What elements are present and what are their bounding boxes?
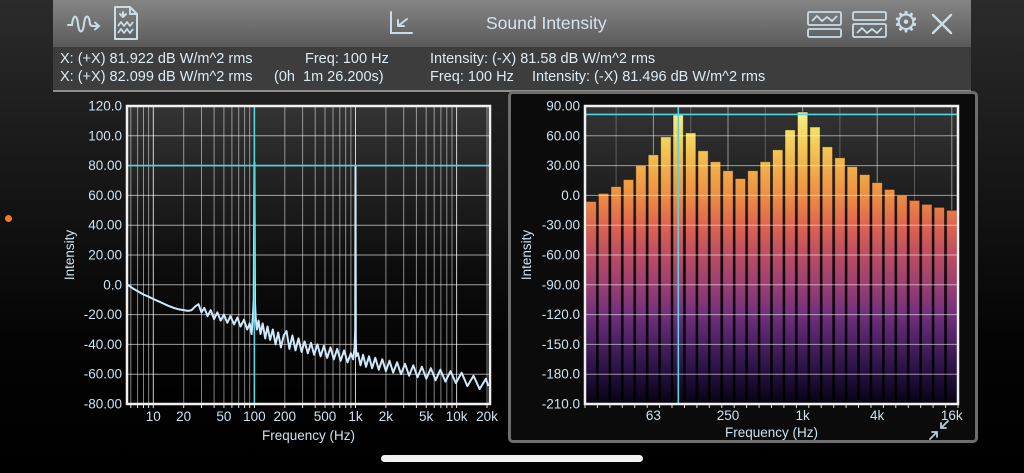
octave-chart-panel: 90.00 60.00 30.00 0.0 -30.00 -60.00 -90.00 -120…: [508, 91, 978, 443]
svg-text:-20.00: -20.00: [84, 307, 122, 322]
svg-text:60.00: 60.00: [546, 128, 580, 143]
svg-text:250: 250: [717, 408, 740, 423]
svg-text:Intensity: Intensity: [519, 230, 534, 281]
octave-spectrum-chart[interactable]: 90.00 60.00 30.00 0.0 -30.00 -60.00 -90.00 -120…: [511, 94, 975, 441]
page-title: Sound Intensity: [486, 13, 607, 33]
mic-in-use-indicator: [5, 215, 12, 222]
app-screen: Sound Intensity ⚙ X: (+X) 81.922 dB W/m^…: [0, 0, 1024, 473]
fft-spectrum-chart[interactable]: 120.0 100.0 80.00 60.00 40.00 20.00 0.0 -20.00 -…: [60, 95, 505, 445]
svg-text:2k: 2k: [379, 409, 394, 424]
svg-text:50: 50: [216, 409, 231, 424]
svg-text:Frequency (Hz): Frequency (Hz): [725, 425, 818, 440]
svg-text:20k: 20k: [476, 409, 498, 424]
record-to-file-icon[interactable]: [111, 5, 141, 41]
readout-x-value-2: X: (+X) 82.099 dB W/m^2 rms: [60, 69, 253, 85]
svg-text:100.0: 100.0: [88, 128, 122, 143]
svg-text:10: 10: [146, 409, 161, 424]
settings-gear-icon[interactable]: ⚙: [893, 6, 919, 40]
svg-text:100: 100: [243, 409, 266, 424]
svg-text:-80.00: -80.00: [84, 397, 122, 412]
svg-text:500: 500: [314, 409, 337, 424]
svg-text:20: 20: [176, 409, 191, 424]
svg-text:-180.0: -180.0: [542, 367, 580, 382]
svg-text:-90.00: -90.00: [542, 277, 580, 292]
cursor-axes-icon[interactable]: [385, 9, 415, 39]
svg-text:4k: 4k: [870, 408, 885, 423]
home-indicator[interactable]: [381, 455, 643, 462]
svg-text:60.00: 60.00: [88, 188, 122, 203]
svg-text:1k: 1k: [348, 409, 363, 424]
cursor-readout-bar: X: (+X) 81.922 dB W/m^2 rms Freq: 100 Hz…: [53, 47, 971, 92]
svg-text:-150.0: -150.0: [542, 337, 580, 352]
svg-text:Frequency (Hz): Frequency (Hz): [262, 428, 355, 443]
svg-text:-120.0: -120.0: [542, 307, 580, 322]
svg-text:200: 200: [274, 409, 297, 424]
toolbar: Sound Intensity ⚙: [53, 0, 971, 48]
readout-freq-2: Freq: 100 Hz: [430, 69, 514, 85]
svg-text:20.00: 20.00: [88, 248, 122, 263]
svg-text:Intensity: Intensity: [62, 230, 77, 281]
svg-text:90.00: 90.00: [546, 99, 580, 114]
svg-text:0.0: 0.0: [103, 277, 122, 292]
svg-text:1k: 1k: [795, 408, 810, 423]
readout-freq-1: Freq: 100 Hz: [305, 51, 389, 67]
svg-text:-60.00: -60.00: [84, 367, 122, 382]
close-icon[interactable]: [929, 11, 955, 37]
svg-text:-40.00: -40.00: [84, 337, 122, 352]
svg-text:5k: 5k: [419, 409, 434, 424]
svg-text:120.0: 120.0: [88, 99, 122, 114]
svg-text:30.00: 30.00: [546, 158, 580, 173]
svg-text:0.0: 0.0: [561, 188, 580, 203]
split-view-bottom-icon[interactable]: [851, 10, 889, 38]
svg-text:63: 63: [646, 408, 661, 423]
svg-text:-30.00: -30.00: [542, 218, 580, 233]
svg-text:10k: 10k: [446, 409, 468, 424]
split-view-top-icon[interactable]: [806, 10, 844, 38]
readout-intensity-2: Intensity: (-X) 81.496 dB W/m^2 rms: [532, 69, 766, 85]
svg-text:-210.0: -210.0: [542, 397, 580, 412]
svg-text:40.00: 40.00: [88, 218, 122, 233]
readout-time: (0h 1m 26.200s): [274, 69, 384, 85]
resize-handle-icon[interactable]: [926, 417, 952, 443]
signal-generator-icon[interactable]: [66, 9, 104, 39]
svg-text:-60.00: -60.00: [542, 248, 580, 263]
readout-intensity-1: Intensity: (-X) 81.58 dB W/m^2 rms: [430, 51, 656, 67]
svg-text:80.00: 80.00: [88, 158, 122, 173]
readout-x-value-1: X: (+X) 81.922 dB W/m^2 rms: [60, 51, 253, 67]
